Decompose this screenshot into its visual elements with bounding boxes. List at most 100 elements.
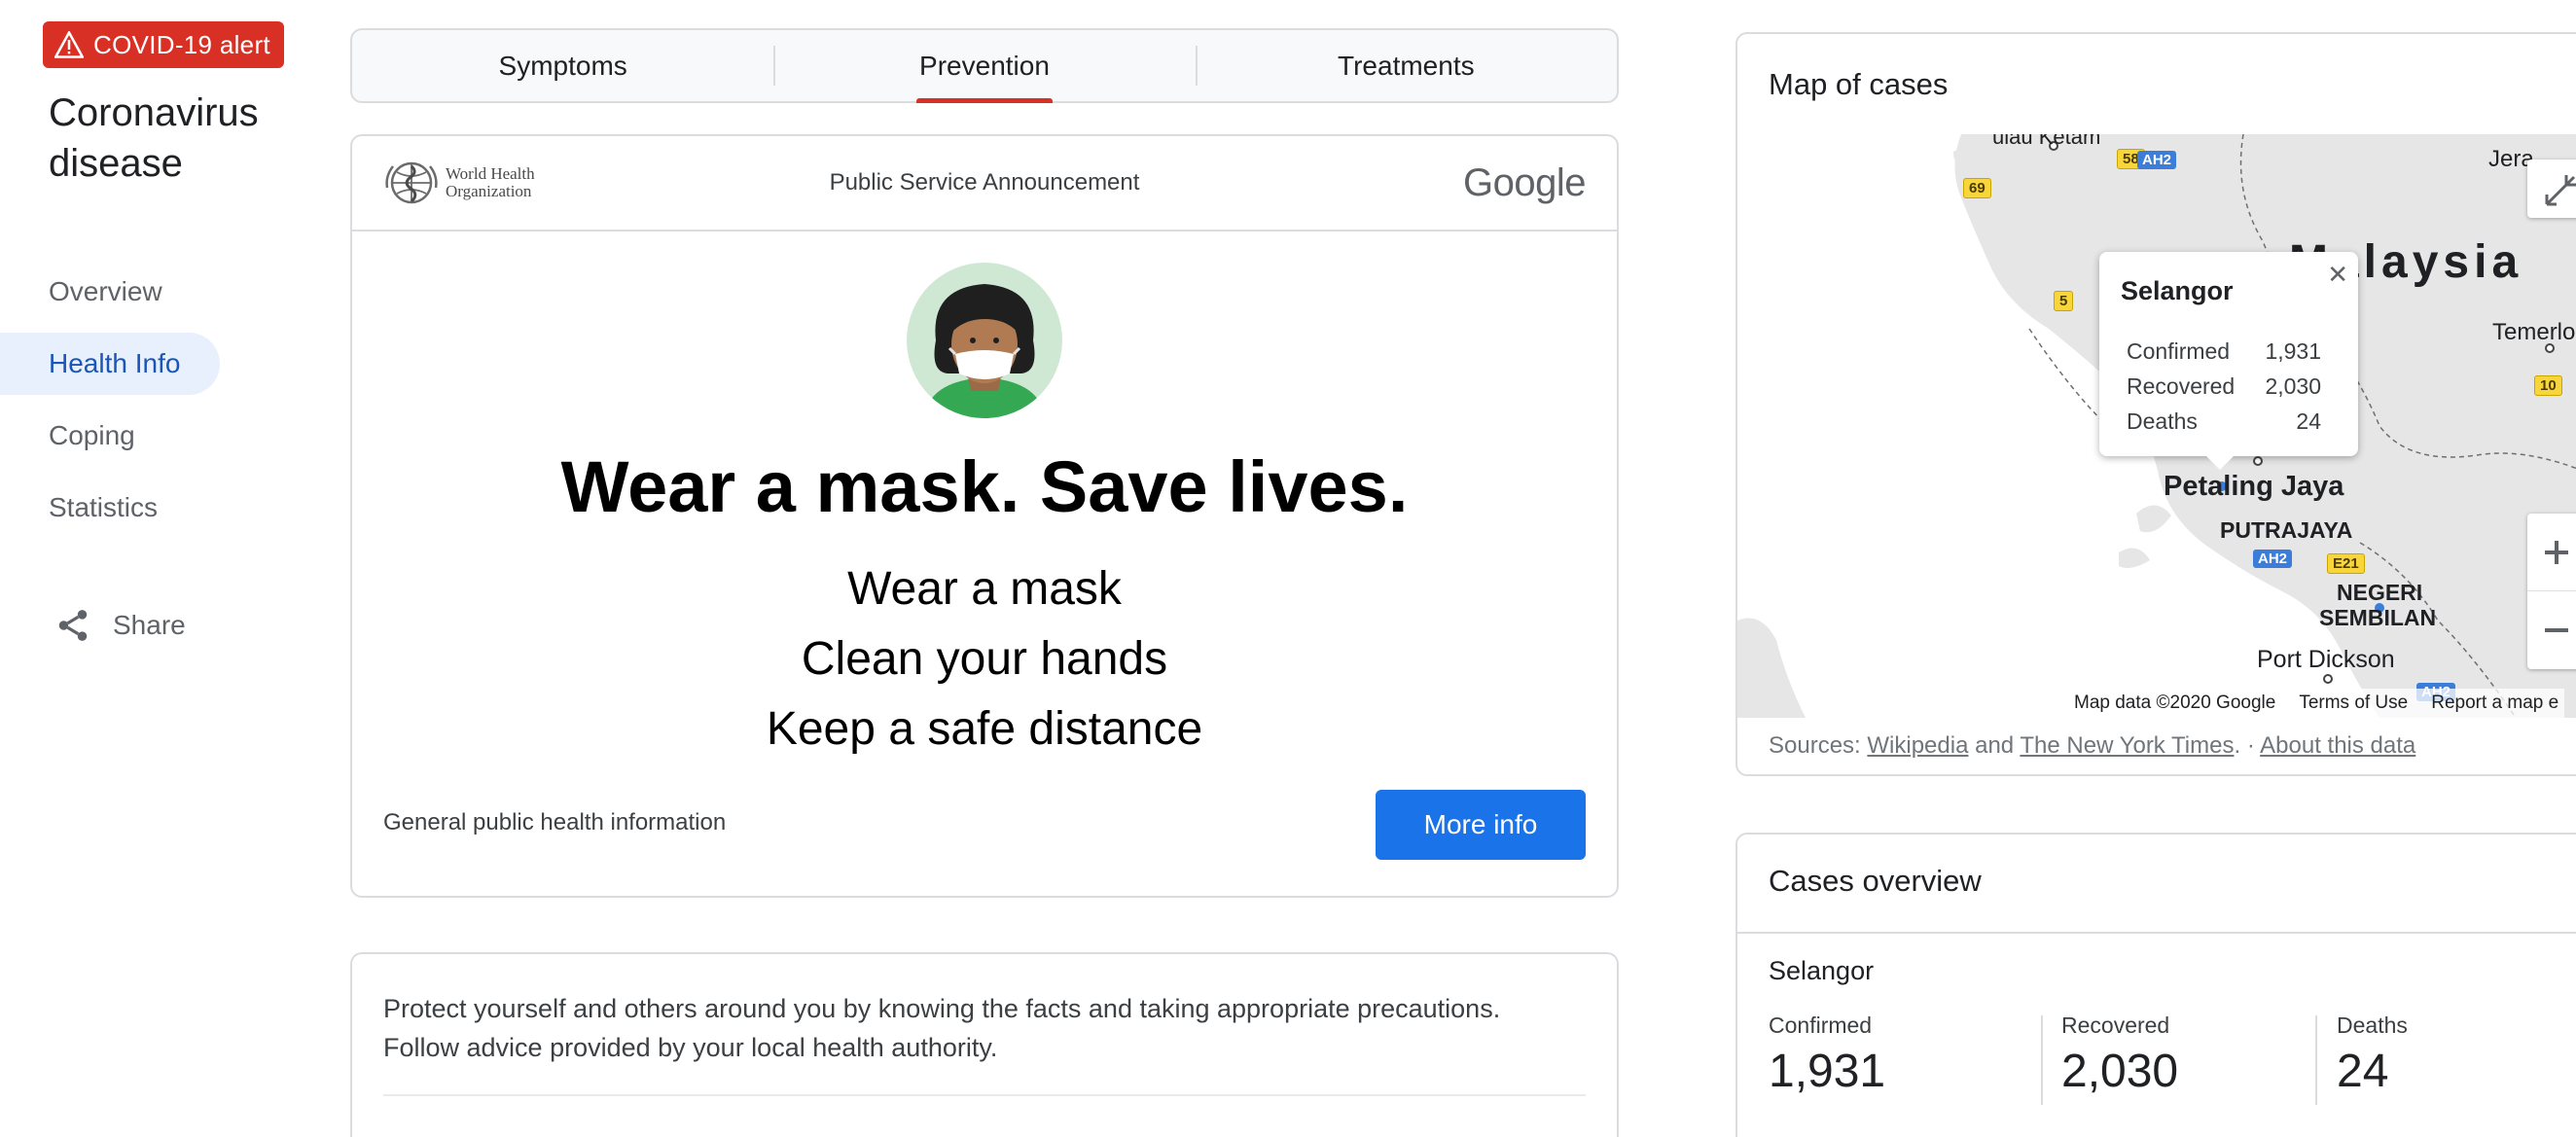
tooltip-row-value: 1,931	[2265, 338, 2321, 364]
terms-of-use-link[interactable]: Terms of Use	[2299, 693, 2408, 714]
sources-and: and	[1975, 732, 2015, 759]
road-shield: AH2	[2137, 151, 2177, 169]
map-label-temerloh: Temerlo	[2492, 319, 2576, 345]
share-label: Share	[113, 610, 186, 640]
stat-deaths: Deaths 24	[2337, 1013, 2408, 1106]
stat-label: Confirmed	[1769, 1013, 1873, 1038]
road-shield: 10	[2534, 375, 2562, 396]
page-title: Coronavirus disease	[49, 91, 259, 185]
about-data-link[interactable]: About this data	[2260, 732, 2415, 759]
sources-separator: . ·	[2234, 732, 2255, 759]
google-logo: Google	[1463, 160, 1586, 204]
sidebar-item-label: Health Info	[49, 348, 181, 378]
advice-list: Wear a mask Clean your hands Keep a safe…	[352, 554, 1617, 764]
advice-item: Clean your hands	[801, 633, 1168, 685]
side-nav: Overview Health Info Coping Statistics	[0, 261, 233, 549]
share-icon	[58, 610, 88, 641]
sidebar-item-overview[interactable]: Overview	[0, 261, 220, 323]
road-shield: 69	[1963, 178, 1991, 198]
sources-line: Sources: Wikipedia and The New York Time…	[1769, 732, 2415, 760]
tooltip-row-label: Deaths	[2127, 409, 2198, 434]
health-info-tabs: Symptoms Prevention Treatments	[350, 28, 1619, 103]
tooltip-row-label: Recovered	[2127, 373, 2236, 399]
expand-icon	[2545, 175, 2576, 206]
tooltip-row: Confirmed 1,931	[2127, 334, 2321, 369]
cases-region: Selangor	[1769, 956, 1875, 985]
stat-separator	[2315, 1015, 2317, 1105]
who-name-line1: World Health	[446, 164, 535, 183]
tab-treatments[interactable]: Treatments	[1195, 30, 1617, 101]
road-shield: AH2	[2253, 550, 2293, 568]
stat-separator	[2041, 1015, 2043, 1105]
map-card: Map of cases ulau Ketam Malaysia Jera Te…	[1735, 32, 2576, 776]
minus-icon	[2545, 628, 2568, 632]
tooltip-title: Selangor	[2121, 276, 2234, 305]
map-label-sembilan: SEMBILAN	[2319, 605, 2437, 630]
tab-prevention[interactable]: Prevention	[773, 30, 1195, 101]
sidebar-item-health-info[interactable]: Health Info	[0, 333, 220, 395]
sidebar-item-coping[interactable]: Coping	[0, 405, 220, 467]
map-label-petaling-jaya: Petaling Jaya	[2164, 471, 2344, 502]
zoom-in-button[interactable]	[2527, 514, 2576, 591]
map-title: Map of cases	[1769, 67, 1949, 101]
who-name-line2: Organization	[446, 182, 532, 200]
fullscreen-button[interactable]	[2527, 160, 2576, 218]
psa-card: World Health Organization Public Service …	[350, 134, 1619, 898]
stat-label: Recovered	[2061, 1013, 2170, 1038]
map-label-negeri: NEGERI	[2337, 580, 2423, 605]
zoom-out-button[interactable]	[2527, 591, 2576, 669]
who-logo: World Health Organization	[383, 159, 535, 207]
report-map-error-link[interactable]: Report a map e	[2431, 693, 2558, 714]
nyt-link[interactable]: The New York Times	[2020, 732, 2234, 759]
map-label-putrajaya: PUTRAJAYA	[2220, 517, 2353, 543]
psa-headline: Wear a mask. Save lives.	[560, 446, 1409, 527]
sidebar-item-label: Statistics	[49, 492, 159, 522]
zoom-controls	[2527, 514, 2576, 669]
warning-icon	[54, 31, 84, 58]
sources-prefix: Sources:	[1769, 732, 1861, 759]
psa-footer-text: General public health information	[383, 809, 727, 835]
tooltip-row: Deaths 24	[2127, 404, 2321, 439]
stat-confirmed: Confirmed 1,931	[1769, 1013, 1885, 1106]
tooltip-row: Recovered 2,030	[2127, 369, 2321, 404]
tooltip-row-value: 2,030	[2265, 373, 2321, 399]
plus-icon	[2545, 540, 2568, 564]
stat-value: 24	[2337, 1046, 2389, 1097]
share-button[interactable]: Share	[54, 607, 186, 644]
protect-line1: Protect yourself and others around you b…	[383, 994, 1501, 1023]
sidebar-item-statistics[interactable]: Statistics	[0, 477, 220, 539]
close-icon[interactable]: ✕	[2327, 260, 2348, 290]
sidebar-item-label: Coping	[49, 420, 135, 450]
map-canvas[interactable]: ulau Ketam Malaysia Jera Temerlo ur Peta…	[1737, 134, 2576, 718]
map-label-port-dickson: Port Dickson	[2257, 646, 2395, 673]
protect-line2: Follow advice provided by your local hea…	[383, 1033, 998, 1062]
map-attribution: Map data ©2020 Google Terms of Use Repor…	[2068, 689, 2565, 718]
advice-item: Keep a safe distance	[766, 703, 1203, 755]
protect-text: Protect yourself and others around you b…	[383, 989, 1570, 1067]
tab-symptoms[interactable]: Symptoms	[352, 30, 773, 101]
stat-recovered: Recovered 2,030	[2061, 1013, 2178, 1106]
sidebar-item-label: Overview	[49, 276, 162, 306]
covid-alert-badge[interactable]: COVID-19 alert	[43, 21, 284, 68]
tooltip-row-label: Confirmed	[2127, 338, 2231, 364]
more-info-button[interactable]: More info	[1376, 790, 1586, 860]
who-emblem-icon	[385, 161, 438, 204]
stat-label: Deaths	[2337, 1013, 2408, 1038]
road-shield: E21	[2327, 553, 2365, 574]
map-data-credit: Map data ©2020 Google	[2074, 693, 2276, 713]
psa-header: World Health Organization Public Service …	[352, 136, 1617, 231]
masked-person-illustration	[907, 263, 1062, 418]
cases-overview-card: Cases overview Selangor Confirmed 1,931 …	[1735, 833, 2576, 1137]
protect-card: Protect yourself and others around you b…	[350, 952, 1619, 1137]
selangor-tooltip: Selangor ✕ Confirmed 1,931 Recovered 2,030…	[2099, 252, 2358, 470]
psa-header-label: Public Service Announcement	[829, 169, 1140, 195]
stat-value: 1,931	[1769, 1046, 1886, 1097]
road-shield: 5	[2054, 291, 2074, 311]
protect-divider	[383, 1094, 1586, 1096]
tooltip-row-value: 24	[2296, 409, 2321, 434]
advice-item: Wear a mask	[847, 563, 1122, 615]
wikipedia-link[interactable]: Wikipedia	[1867, 732, 1968, 759]
cases-divider	[1737, 932, 2576, 934]
stat-value: 2,030	[2061, 1046, 2179, 1097]
cases-overview-title: Cases overview	[1769, 864, 1982, 898]
